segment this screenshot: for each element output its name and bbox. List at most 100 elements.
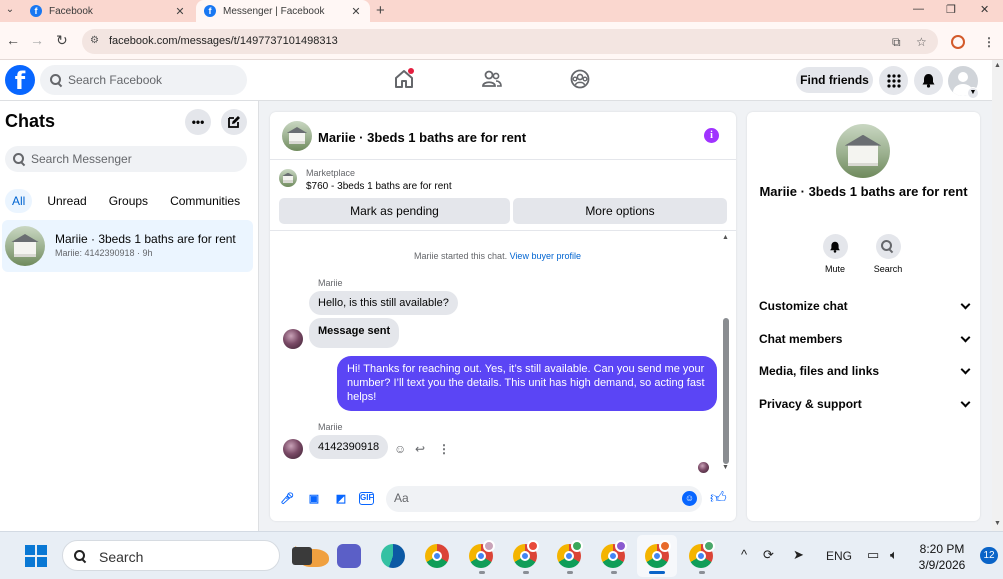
filter-all[interactable]: All bbox=[5, 189, 33, 213]
minimize-icon[interactable]: — bbox=[913, 3, 924, 15]
more-vertical-icon[interactable]: ⋮ bbox=[438, 442, 450, 456]
language-indicator[interactable]: ENG bbox=[826, 549, 852, 563]
react-emoji-icon[interactable]: ☺ bbox=[394, 442, 406, 456]
sender-avatar[interactable] bbox=[283, 329, 303, 349]
filter-communities[interactable]: Communities bbox=[163, 189, 247, 213]
tab-facebook[interactable]: f Facebook ✕ bbox=[22, 0, 194, 22]
menu-kebab-icon[interactable]: ⋮ bbox=[983, 35, 995, 49]
task-view-icon[interactable] bbox=[292, 547, 312, 565]
facebook-logo[interactable]: f bbox=[5, 65, 35, 95]
clock[interactable]: 8:20 PM 3/9/2026 bbox=[912, 541, 972, 573]
scroll-down-icon[interactable]: ▼ bbox=[722, 464, 729, 471]
privacy-support-row[interactable]: Privacy & support bbox=[759, 397, 971, 417]
back-icon[interactable]: ← bbox=[6, 33, 20, 47]
listing-title[interactable]: $760 - 3beds 1 baths are for rent bbox=[306, 181, 452, 192]
bookmark-star-icon[interactable]: ☆ bbox=[916, 35, 927, 49]
messenger-search-input[interactable] bbox=[31, 152, 181, 166]
groups-icon[interactable] bbox=[569, 68, 591, 90]
notifications-button[interactable] bbox=[914, 66, 943, 95]
scroll-up-icon[interactable]: ▲ bbox=[722, 234, 729, 241]
install-app-icon[interactable]: ⧉ bbox=[892, 35, 901, 50]
close-tab-icon[interactable]: ✕ bbox=[350, 5, 362, 18]
listing-large-avatar bbox=[836, 124, 890, 178]
new-message-button[interactable] bbox=[221, 109, 247, 135]
notification-count-badge[interactable]: 12 bbox=[980, 547, 998, 564]
view-buyer-profile-link[interactable]: View buyer profile bbox=[510, 251, 581, 261]
maximize-icon[interactable]: ❐ bbox=[946, 3, 956, 16]
photo-icon[interactable]: ▣ bbox=[307, 492, 321, 506]
customize-chat-row[interactable]: Customize chat bbox=[759, 299, 971, 319]
scroll-up-icon[interactable]: ▲ bbox=[994, 62, 1001, 69]
incoming-message[interactable]: Message sent bbox=[309, 318, 400, 348]
url-text[interactable]: facebook.com/messages/t/1497737101498313 bbox=[109, 35, 338, 47]
filter-unread[interactable]: Unread bbox=[40, 189, 93, 213]
reply-icon[interactable]: ↩ bbox=[415, 442, 425, 456]
running-indicator bbox=[523, 571, 529, 574]
sync-icon[interactable]: ⟳ bbox=[763, 547, 774, 563]
bell-icon bbox=[830, 241, 840, 253]
sticker-icon[interactable]: ◩ bbox=[334, 492, 348, 506]
chat-list-item[interactable]: Mariie · 3beds 1 baths are for rent Mari… bbox=[2, 220, 253, 272]
chat-members-row[interactable]: Chat members bbox=[759, 332, 971, 352]
menu-button[interactable] bbox=[879, 66, 908, 95]
filter-groups[interactable]: Groups bbox=[102, 189, 155, 213]
chrome-profile-icon[interactable] bbox=[557, 540, 583, 568]
media-files-links-row[interactable]: Media, files and links bbox=[759, 364, 971, 384]
info-icon[interactable]: i bbox=[704, 128, 719, 143]
show-hidden-icons-icon[interactable]: ^ bbox=[741, 547, 747, 562]
page-scrollbar[interactable]: ▲ ▼ bbox=[992, 60, 1003, 531]
outgoing-message[interactable]: Hi! Thanks for reaching out. Yes, it’s s… bbox=[337, 356, 717, 411]
search-button[interactable] bbox=[875, 234, 901, 259]
chrome-profile-icon[interactable] bbox=[513, 540, 539, 568]
sender-avatar[interactable] bbox=[283, 439, 303, 459]
network-icon[interactable]: ▭ bbox=[867, 547, 879, 563]
mute-action[interactable]: Mute bbox=[805, 234, 865, 274]
friends-icon[interactable] bbox=[481, 68, 503, 90]
forward-icon[interactable]: → bbox=[30, 33, 44, 47]
incoming-message[interactable]: 4142390918 bbox=[309, 435, 389, 459]
message-input[interactable] bbox=[394, 491, 664, 505]
incoming-message[interactable]: Hello, is this still available? bbox=[309, 291, 458, 315]
chevron-down-icon[interactable]: ▼ bbox=[967, 87, 979, 99]
taskbar-search[interactable]: Search bbox=[62, 540, 329, 571]
message-input-box[interactable]: ☺ bbox=[386, 486, 702, 512]
chevron-down-icon bbox=[960, 397, 971, 408]
conversation-title[interactable]: Mariie · 3beds 1 baths are for rent bbox=[318, 130, 526, 145]
profile-icon[interactable] bbox=[951, 35, 965, 49]
tab-messenger[interactable]: f Messenger | Facebook ✕ bbox=[196, 0, 370, 22]
chrome-profile-icon[interactable] bbox=[689, 540, 715, 568]
teams-icon[interactable] bbox=[337, 544, 361, 568]
address-bar[interactable]: ⚙ facebook.com/messages/t/14977371014983… bbox=[82, 29, 938, 54]
facebook-search[interactable] bbox=[40, 65, 247, 95]
chrome-profile-icon[interactable] bbox=[601, 540, 627, 568]
close-window-icon[interactable]: ✕ bbox=[980, 3, 989, 16]
messenger-search[interactable] bbox=[5, 146, 247, 172]
facebook-search-input[interactable] bbox=[68, 73, 218, 87]
messages-scrollbar[interactable]: ▲ ▼ bbox=[722, 234, 730, 474]
chrome-profile-icon[interactable] bbox=[469, 540, 495, 568]
mute-button[interactable] bbox=[822, 234, 848, 259]
edge-icon[interactable] bbox=[381, 544, 405, 568]
listing-avatar[interactable] bbox=[282, 121, 312, 151]
scroll-thumb[interactable] bbox=[723, 318, 729, 464]
emoji-icon[interactable]: ☺ bbox=[682, 491, 697, 506]
gif-icon[interactable]: GIF bbox=[359, 492, 374, 505]
location-arrow-icon[interactable]: ➤ bbox=[793, 547, 804, 563]
chat-options-button[interactable]: ••• bbox=[185, 109, 211, 135]
reload-icon[interactable]: ↻ bbox=[56, 33, 68, 47]
new-tab-button[interactable]: + bbox=[376, 2, 385, 19]
tab-search-icon[interactable]: ⌄ bbox=[2, 4, 18, 18]
site-info-icon[interactable]: ⚙ bbox=[90, 35, 102, 47]
close-tab-icon[interactable]: ✕ bbox=[174, 5, 186, 18]
find-friends-button[interactable]: Find friends bbox=[796, 67, 873, 93]
windows-start-icon[interactable] bbox=[25, 545, 47, 567]
thumbs-up-icon[interactable]: 👍︎ bbox=[710, 489, 727, 508]
search-action[interactable]: Search bbox=[858, 234, 918, 274]
chrome-icon[interactable] bbox=[425, 544, 449, 568]
chrome-profile-icon[interactable] bbox=[645, 540, 671, 568]
volume-icon[interactable]: 🔈︎ bbox=[890, 547, 898, 563]
scroll-down-icon[interactable]: ▼ bbox=[994, 520, 1001, 527]
microphone-icon[interactable]: 🎤︎ bbox=[280, 492, 294, 506]
more-options-button[interactable]: More options bbox=[513, 198, 727, 224]
mark-as-pending-button[interactable]: Mark as pending bbox=[279, 198, 510, 224]
